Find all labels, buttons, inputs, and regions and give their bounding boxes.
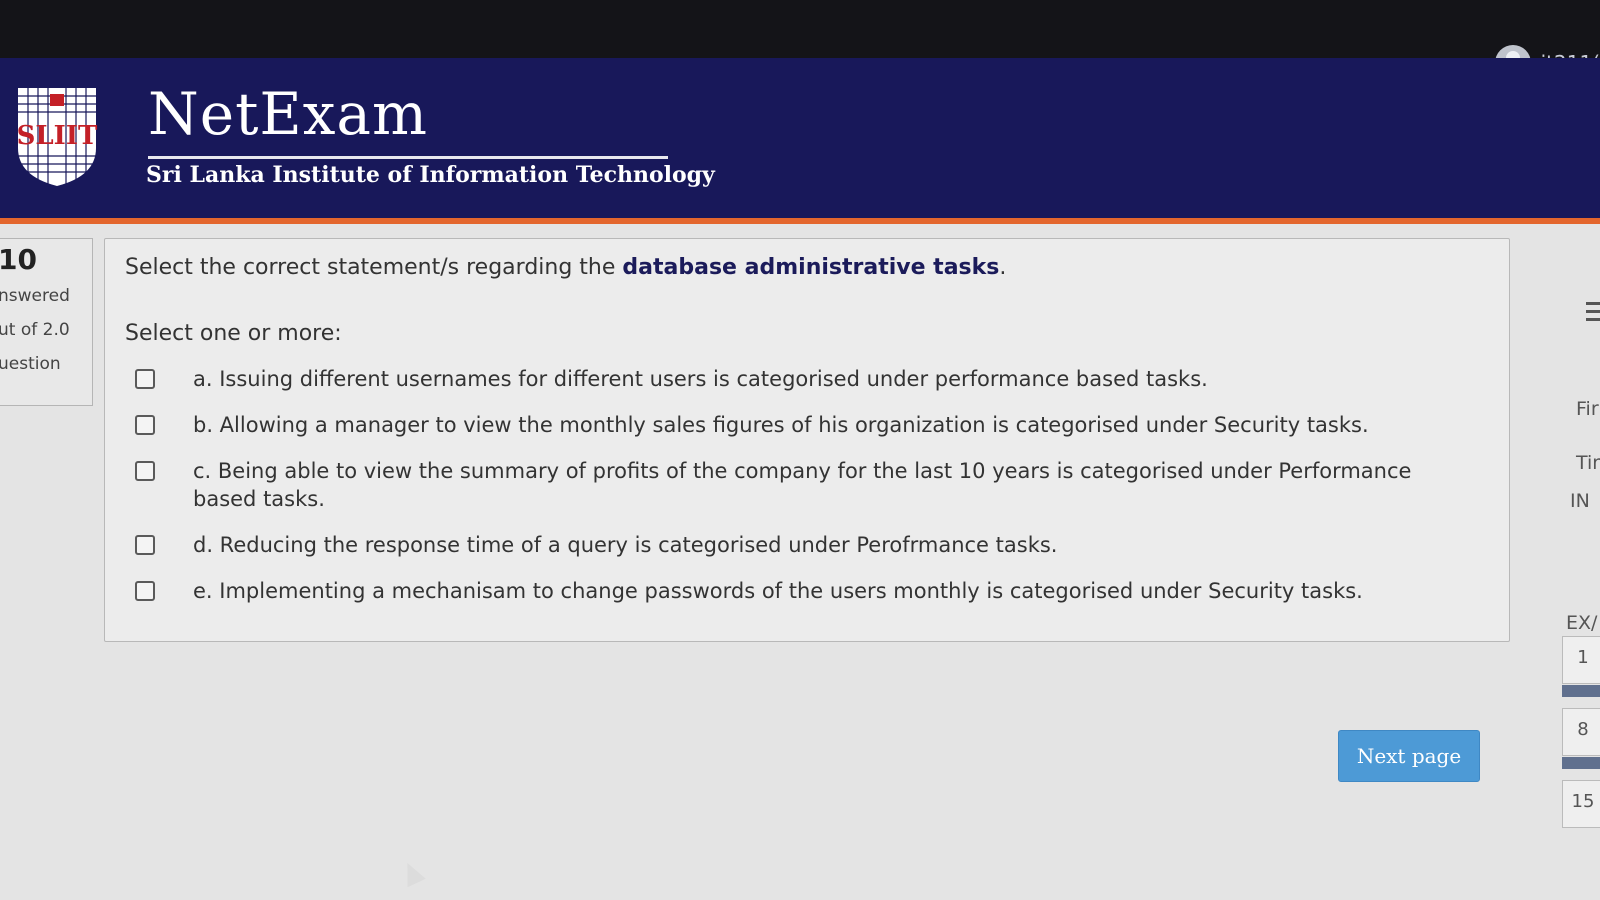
option-a-label: a. Issuing different usernames for diffe… bbox=[193, 367, 1208, 391]
option-d-checkbox[interactable] bbox=[135, 535, 155, 555]
brand-subtitle: Sri Lanka Institute of Information Techn… bbox=[146, 162, 715, 188]
flag-question-link[interactable]: uestion bbox=[0, 354, 92, 374]
option-b-checkbox[interactable] bbox=[135, 415, 155, 435]
quiz-nav-number: 1 bbox=[1577, 647, 1589, 668]
option-c-label: c. Being able to view the summary of pro… bbox=[193, 459, 1412, 511]
question-text-end: . bbox=[999, 255, 1007, 280]
header-accent-strip bbox=[0, 218, 1600, 224]
question-info-panel: 10 nswered ut of 2.0 uestion bbox=[0, 238, 93, 406]
option-d[interactable]: d. Reducing the response time of a query… bbox=[135, 531, 1455, 559]
question-text: Select the correct statement/s regarding… bbox=[125, 255, 1006, 280]
quiz-nav-question-15[interactable]: 15 bbox=[1562, 780, 1600, 828]
option-c-checkbox[interactable] bbox=[135, 461, 155, 481]
option-d-label: d. Reducing the response time of a query… bbox=[193, 533, 1058, 557]
svg-text:SLIIT: SLIIT bbox=[17, 121, 98, 151]
time-left-label: Tir bbox=[1576, 452, 1600, 474]
option-b-label: b. Allowing a manager to view the monthl… bbox=[193, 413, 1369, 437]
quiz-nav-question-1[interactable]: 1 bbox=[1562, 636, 1600, 697]
next-page-button[interactable]: Next page bbox=[1338, 730, 1480, 782]
exam-navigation-label: EX/ bbox=[1566, 612, 1598, 634]
sliit-logo: SLIIT bbox=[17, 88, 98, 186]
question-number: 10 bbox=[0, 243, 37, 276]
option-c[interactable]: c. Being able to view the summary of pro… bbox=[135, 457, 1455, 513]
question-status: nswered bbox=[0, 286, 70, 306]
nav-status-bar bbox=[1562, 757, 1600, 769]
finish-attempt-link[interactable]: Fir bbox=[1576, 398, 1599, 420]
option-e-label: e. Implementing a mechanisam to change p… bbox=[193, 579, 1363, 603]
brand-divider bbox=[148, 156, 668, 159]
hamburger-menu-icon[interactable] bbox=[1586, 302, 1600, 326]
info-label: IN bbox=[1570, 490, 1590, 512]
question-text-lead: Select the correct statement/s regarding… bbox=[125, 255, 623, 280]
option-a[interactable]: a. Issuing different usernames for diffe… bbox=[135, 365, 1455, 393]
question-card: Select the correct statement/s regarding… bbox=[104, 238, 1510, 642]
quiz-nav-question-8[interactable]: 8 bbox=[1562, 708, 1600, 769]
question-text-emphasis: database administrative tasks bbox=[622, 255, 1000, 280]
quiz-nav-number: 8 bbox=[1577, 719, 1589, 740]
option-e[interactable]: e. Implementing a mechanisam to change p… bbox=[135, 577, 1455, 605]
option-a-checkbox[interactable] bbox=[135, 369, 155, 389]
quiz-nav-number: 15 bbox=[1571, 791, 1595, 812]
option-b[interactable]: b. Allowing a manager to view the monthl… bbox=[135, 411, 1455, 439]
option-e-checkbox[interactable] bbox=[135, 581, 155, 601]
site-header: SLIIT NetExam Sri Lanka Institute of Inf… bbox=[0, 58, 1600, 218]
nav-status-bar bbox=[1562, 685, 1600, 697]
mouse-cursor-icon bbox=[398, 858, 426, 888]
top-bar bbox=[0, 0, 1600, 58]
question-marks: ut of 2.0 bbox=[0, 320, 70, 340]
answer-prompt: Select one or more: bbox=[125, 321, 342, 346]
brand-title: NetExam bbox=[148, 80, 429, 148]
